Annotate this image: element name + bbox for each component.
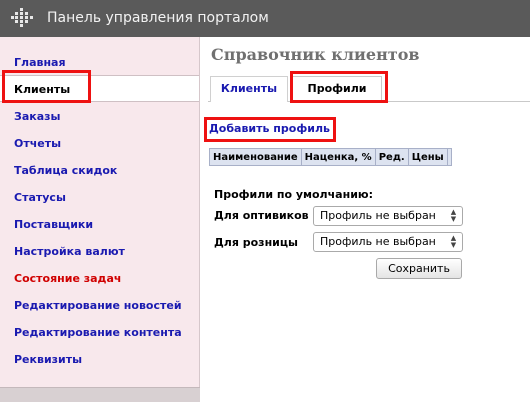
- sidebar-item-currency-settings[interactable]: Настройка валют: [0, 238, 199, 265]
- sidebar-footer-bar: [0, 387, 200, 402]
- wholesale-profile-value: Профиль не выбран: [320, 209, 436, 222]
- app-header: Панель управления порталом: [0, 0, 530, 37]
- add-profile-link[interactable]: Добавить профиль: [209, 122, 330, 135]
- updown-arrows-icon: ▲ ▼: [450, 208, 457, 223]
- table-header-row: Наименование Наценка, % Ред. Цены: [209, 148, 452, 166]
- sidebar: Главная Клиенты Заказы Отчеты Таблица ск…: [0, 37, 200, 402]
- column-header-filler: [446, 148, 452, 166]
- tab-profiles[interactable]: Профили: [292, 76, 382, 102]
- updown-arrows-icon: ▲ ▼: [450, 234, 457, 249]
- sidebar-item-discount-table[interactable]: Таблица скидок: [0, 157, 199, 184]
- tab-clients[interactable]: Клиенты: [210, 76, 288, 102]
- retail-label: Для розницы: [214, 236, 298, 249]
- retail-profile-value: Профиль не выбран: [320, 235, 436, 248]
- column-header-markup[interactable]: Наценка, %: [300, 148, 376, 166]
- sidebar-item-edit-news[interactable]: Редактирование новостей: [0, 292, 199, 319]
- sidebar-item-suppliers[interactable]: Поставщики: [0, 211, 199, 238]
- column-header-prices[interactable]: Цены: [407, 148, 448, 166]
- sidebar-item-edit-content[interactable]: Редактирование контента: [0, 319, 199, 346]
- sidebar-item-requisites[interactable]: Реквизиты: [0, 346, 199, 373]
- sidebar-item-reports[interactable]: Отчеты: [0, 130, 199, 157]
- app-title: Панель управления порталом: [47, 10, 269, 26]
- sidebar-item-statuses[interactable]: Статусы: [0, 184, 199, 211]
- profiles-table: Наименование Наценка, % Ред. Цены: [209, 148, 452, 166]
- sidebar-item-task-status[interactable]: Состояние задач: [0, 265, 199, 292]
- wholesale-profile-select[interactable]: Профиль не выбран ▲ ▼: [313, 206, 463, 226]
- sidebar-item-home[interactable]: Главная: [0, 49, 199, 76]
- sidebar-item-orders[interactable]: Заказы: [0, 103, 199, 130]
- page-title: Справочник клиентов: [211, 45, 420, 64]
- column-header-name[interactable]: Наименование: [209, 148, 302, 166]
- wholesale-label: Для оптивиков: [214, 209, 309, 222]
- sidebar-item-clients[interactable]: Клиенты: [0, 75, 199, 102]
- column-header-edit[interactable]: Ред.: [374, 148, 409, 166]
- dots-grid-icon: [11, 8, 33, 28]
- retail-profile-select[interactable]: Профиль не выбран ▲ ▼: [313, 232, 463, 252]
- save-button[interactable]: Сохранить: [376, 258, 462, 279]
- default-profiles-heading: Профили по умолчанию:: [214, 188, 373, 201]
